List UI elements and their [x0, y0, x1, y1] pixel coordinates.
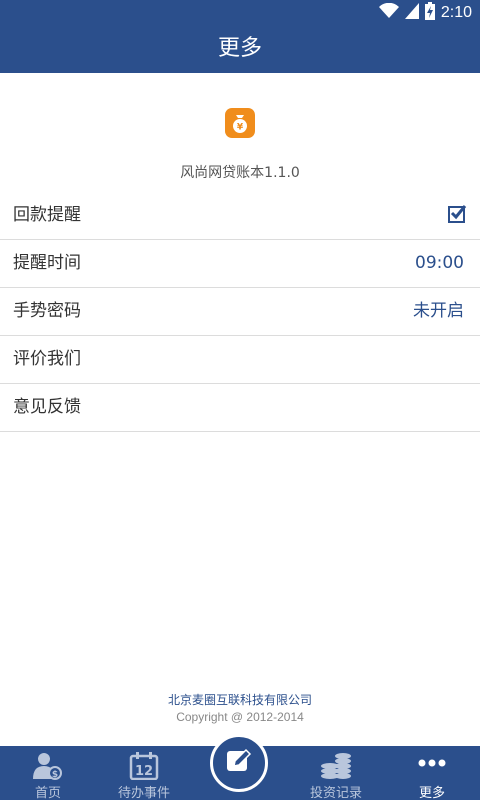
- tab-home[interactable]: $ 首页: [0, 746, 96, 801]
- setting-value: 09:00: [415, 253, 464, 273]
- copyright-text: Copyright @ 2012-2014: [176, 710, 304, 724]
- setting-label: 评价我们: [13, 349, 81, 369]
- setting-reminder-time[interactable]: 提醒时间 09:00: [0, 240, 480, 288]
- company-name: 北京麦圈互联科技有限公司: [167, 693, 312, 707]
- page-title: 更多: [217, 36, 262, 61]
- tab-label: 首页: [34, 786, 61, 801]
- setting-label: 提醒时间: [13, 253, 81, 273]
- more-icon: [384, 752, 480, 780]
- setting-label: 手势密码: [13, 301, 81, 321]
- tab-label: 更多: [418, 786, 445, 801]
- settings-list: 回款提醒 提醒时间 09:00 手势密码 未开启 评价我们 意见反馈: [0, 192, 480, 432]
- tab-label: 投资记录: [309, 786, 362, 801]
- status-bar: 2:10: [0, 0, 480, 25]
- wifi-icon: [378, 2, 399, 23]
- tab-todo[interactable]: 12 待办事件: [96, 746, 192, 801]
- reminder-checkbox[interactable]: [448, 205, 467, 223]
- setting-label: 意见反馈: [13, 397, 81, 417]
- footer: 北京麦圈互联科技有限公司 Copyright @ 2012-2014: [0, 692, 480, 726]
- svg-text:¥: ¥: [237, 123, 244, 133]
- tab-investment-records[interactable]: 投资记录: [288, 746, 384, 801]
- setting-rate-us[interactable]: 评价我们: [0, 336, 480, 384]
- setting-repayment-reminder[interactable]: 回款提醒: [0, 192, 480, 240]
- money-bag-icon: ¥: [225, 108, 255, 138]
- signal-icon: [404, 3, 419, 23]
- status-time: 2:10: [440, 4, 472, 21]
- calendar-day: 12: [135, 764, 153, 779]
- setting-label: 回款提醒: [13, 205, 81, 225]
- edit-icon: [225, 747, 253, 779]
- setting-value: 未开启: [413, 301, 464, 321]
- tab-label: 待办事件: [117, 786, 170, 801]
- tab-more[interactable]: 更多: [384, 746, 480, 801]
- app-name-version: 风尚网贷账本1.1.0: [180, 165, 300, 181]
- battery-charging-icon: [424, 2, 435, 24]
- coins-icon: [288, 752, 384, 780]
- calendar-icon: 12: [96, 752, 192, 781]
- new-record-button[interactable]: [210, 734, 268, 792]
- setting-feedback[interactable]: 意见反馈: [0, 384, 480, 432]
- status-icons: 2:10: [378, 2, 472, 24]
- svg-text:$: $: [52, 770, 58, 780]
- setting-gesture-password[interactable]: 手势密码 未开启: [0, 288, 480, 336]
- user-money-icon: $: [0, 752, 96, 780]
- header: 更多: [0, 25, 480, 73]
